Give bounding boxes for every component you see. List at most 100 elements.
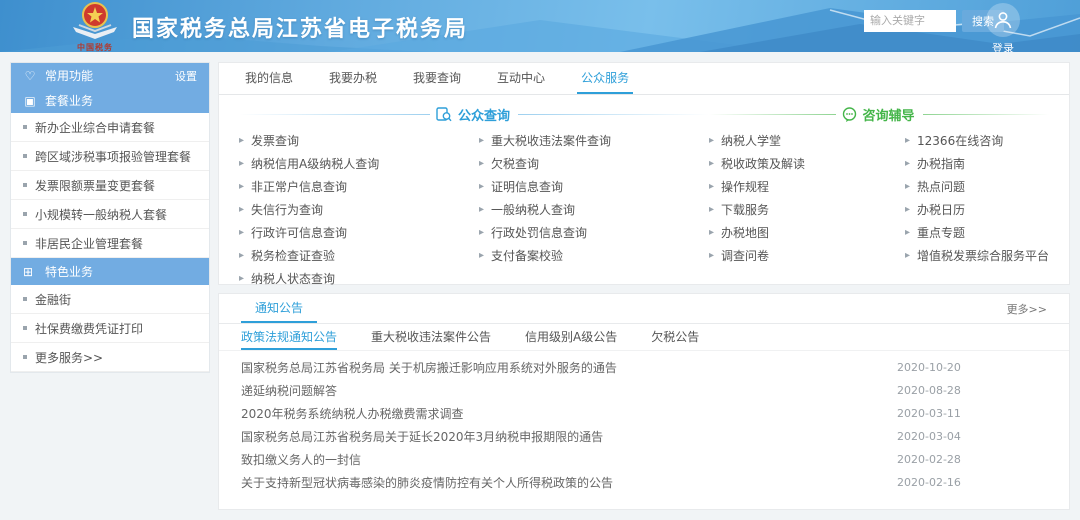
arrow-bullet-icon: ▸	[239, 135, 244, 146]
query-link[interactable]: ▸ 重大税收违法案件查询	[479, 129, 709, 152]
consult-link[interactable]: ▸ 下载服务	[709, 198, 905, 221]
notice-tab-policy[interactable]: 政策法规通知公告	[241, 324, 337, 350]
query-link[interactable]: ▸ 欠税查询	[479, 152, 709, 175]
notice-title-tab[interactable]: 通知公告	[241, 294, 317, 323]
site-header: 中国税务 国家税务总局江苏省电子税务局 搜索 登录	[0, 0, 1080, 52]
notice-list-item[interactable]: 致扣缴义务人的一封信 2020-02-28	[219, 448, 1069, 471]
square-bullet-icon	[23, 355, 27, 359]
arrow-bullet-icon: ▸	[239, 181, 244, 192]
consult-title: 咨询辅导	[863, 105, 915, 124]
consult-link[interactable]: ▸ 12366在线咨询	[905, 129, 1049, 152]
query-link[interactable]: ▸ 行政处罚信息查询	[479, 221, 709, 244]
search-box: 搜索	[864, 10, 1004, 32]
tab-my-info[interactable]: 我的信息	[241, 63, 297, 94]
arrow-bullet-icon: ▸	[479, 181, 484, 192]
tab-interaction-center[interactable]: 互动中心	[493, 63, 549, 94]
query-link[interactable]: ▸ 失信行为查询	[239, 198, 479, 221]
notice-more-link[interactable]: 更多>>	[1007, 294, 1047, 323]
consult-link[interactable]: ▸ 操作规程	[709, 175, 905, 198]
arrow-bullet-icon: ▸	[905, 181, 910, 192]
package-business-label: 套餐业务	[45, 92, 197, 109]
arrow-bullet-icon: ▸	[709, 250, 714, 261]
person-icon	[992, 9, 1014, 31]
query-link[interactable]: ▸ 纳税人状态查询	[239, 267, 479, 290]
sidebar-package-item[interactable]: 发票限额票量变更套餐	[11, 171, 209, 200]
search-input[interactable]	[864, 10, 956, 32]
notice-panel: 通知公告 更多>> 政策法规通知公告 重大税收违法案件公告 信用级别A级公告 欠…	[218, 293, 1070, 510]
sidebar-special-item[interactable]: 社保费缴费凭证打印	[11, 314, 209, 343]
tab-tax-handling[interactable]: 我要办税	[325, 63, 381, 94]
tab-public-services[interactable]: 公众服务	[577, 63, 633, 94]
arrow-bullet-icon: ▸	[479, 158, 484, 169]
query-link[interactable]: ▸ 支付备案校验	[479, 244, 709, 267]
notice-list-item[interactable]: 国家税务总局江苏省税务局关于延长2020年3月纳税申报期限的通告 2020-03…	[219, 425, 1069, 448]
user-avatar[interactable]	[986, 3, 1020, 37]
sidebar-special-item[interactable]: 更多服务>>	[11, 343, 209, 372]
query-link[interactable]: ▸ 纳税信用A级纳税人查询	[239, 152, 479, 175]
consult-link[interactable]: ▸ 办税指南	[905, 152, 1049, 175]
arrow-bullet-icon: ▸	[905, 158, 910, 169]
sidebar-package-item[interactable]: 新办企业综合申请套餐	[11, 113, 209, 142]
logo-caption: 中国税务	[64, 44, 126, 52]
square-bullet-icon	[23, 326, 27, 330]
query-link[interactable]: ▸ 税务检查证查验	[239, 244, 479, 267]
notice-tab-credit-a[interactable]: 信用级别A级公告	[525, 324, 617, 350]
consult-link[interactable]: ▸ 热点问题	[905, 175, 1049, 198]
arrow-bullet-icon: ▸	[239, 204, 244, 215]
sidebar-item-common-functions[interactable]: ♡ 常用功能 设置	[11, 63, 209, 88]
consult-link[interactable]: ▸ 增值税发票综合服务平台	[905, 244, 1049, 267]
consult-link[interactable]: ▸ 税收政策及解读	[709, 152, 905, 175]
consult-section: 咨询辅导 ▸ 纳税人学堂 ▸ 税收政策及解读 ▸ 操作规程	[709, 95, 1049, 290]
settings-link[interactable]: 设置	[175, 68, 197, 84]
consult-link[interactable]: ▸ 调查问卷	[709, 244, 905, 267]
sidebar-package-item[interactable]: 非居民企业管理套餐	[11, 229, 209, 258]
query-link[interactable]: ▸ 证明信息查询	[479, 175, 709, 198]
notice-tab-major-violations[interactable]: 重大税收违法案件公告	[371, 324, 491, 350]
arrow-bullet-icon: ▸	[905, 204, 910, 215]
consult-link[interactable]: ▸ 纳税人学堂	[709, 129, 905, 152]
arrow-bullet-icon: ▸	[239, 273, 244, 284]
notice-header: 通知公告 更多>>	[219, 294, 1069, 324]
site-title: 国家税务总局江苏省电子税务局	[132, 11, 468, 43]
query-link[interactable]: ▸ 一般纳税人查询	[479, 198, 709, 221]
sidebar-package-item[interactable]: 小规模转一般纳税人套餐	[11, 200, 209, 229]
arrow-bullet-icon: ▸	[239, 250, 244, 261]
arrow-bullet-icon: ▸	[905, 135, 910, 146]
notice-list-item[interactable]: 国家税务总局江苏省税务局 关于机房搬迁影响应用系统对外服务的通告 2020-10…	[219, 356, 1069, 379]
query-link[interactable]: ▸ 发票查询	[239, 129, 479, 152]
arrow-bullet-icon: ▸	[709, 158, 714, 169]
square-bullet-icon	[23, 125, 27, 129]
arrow-bullet-icon: ▸	[479, 135, 484, 146]
square-bullet-icon	[23, 183, 27, 187]
login-link[interactable]: 登录	[992, 40, 1014, 52]
notice-tab-tax-arrears[interactable]: 欠税公告	[651, 324, 699, 350]
square-bullet-icon	[23, 241, 27, 245]
services-panel: 我的信息 我要办税 我要查询 互动中心 公众服务 公众查询 ▸	[218, 62, 1070, 285]
arrow-bullet-icon: ▸	[905, 250, 910, 261]
consult-header: 咨询辅导	[709, 103, 1049, 125]
consult-link[interactable]: ▸ 办税地图	[709, 221, 905, 244]
notice-list-item[interactable]: 2020年税务系统纳税人办税缴费需求调查 2020-03-11	[219, 402, 1069, 425]
query-link[interactable]: ▸ 行政许可信息查询	[239, 221, 479, 244]
arrow-bullet-icon: ▸	[709, 227, 714, 238]
public-query-header: 公众查询	[239, 103, 709, 125]
sidebar-item-special-business[interactable]: ⊞ 特色业务	[11, 258, 209, 285]
notice-subtabs: 政策法规通知公告 重大税收违法案件公告 信用级别A级公告 欠税公告	[219, 324, 1069, 351]
consult-link[interactable]: ▸ 重点专题	[905, 221, 1049, 244]
consult-link[interactable]: ▸ 办税日历	[905, 198, 1049, 221]
sidebar-item-package-business[interactable]: ▣ 套餐业务	[11, 88, 209, 113]
chat-bubble-icon	[842, 107, 857, 122]
tab-query[interactable]: 我要查询	[409, 63, 465, 94]
package-icon: ▣	[23, 94, 37, 108]
heart-icon: ♡	[23, 69, 37, 83]
sidebar-special-item[interactable]: 金融街	[11, 285, 209, 314]
common-functions-label: 常用功能	[45, 67, 175, 84]
square-bullet-icon	[23, 212, 27, 216]
public-query-col2: ▸ 重大税收违法案件查询 ▸ 欠税查询 ▸ 证明信息查询 ▸ 一般纳税人查询	[479, 129, 709, 290]
notice-list-item[interactable]: 递延纳税问题解答 2020-08-28	[219, 379, 1069, 402]
arrow-bullet-icon: ▸	[479, 227, 484, 238]
query-link[interactable]: ▸ 非正常户信息查询	[239, 175, 479, 198]
sidebar-package-item[interactable]: 跨区域涉税事项报验管理套餐	[11, 142, 209, 171]
sidebar: ♡ 常用功能 设置 ▣ 套餐业务 新办企业综合申请套餐 跨区域涉税事项报验管理套…	[10, 62, 210, 373]
notice-list-item[interactable]: 关于支持新型冠状病毒感染的肺炎疫情防控有关个人所得税政策的公告 2020-02-…	[219, 471, 1069, 494]
